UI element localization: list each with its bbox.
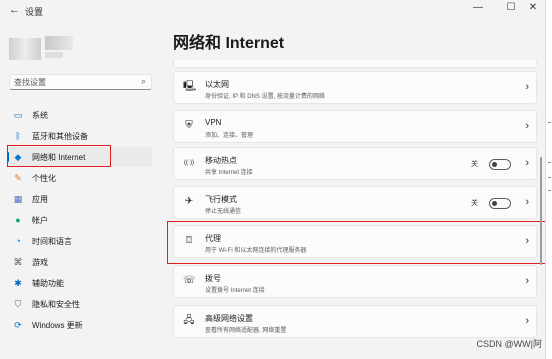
watermark: CSDN @WW|阿 (476, 339, 542, 349)
scrollbar[interactable] (540, 157, 542, 265)
sidebar-item-label: 隐私和安全性 (32, 300, 80, 309)
chevron-right-icon[interactable]: › (525, 196, 529, 208)
shield-icon: ⛉ (14, 299, 22, 309)
accessibility-icon: ✱ (14, 278, 22, 288)
card-subtitle: 添加、连接、管理 (205, 133, 254, 139)
brush-icon: ✎ (14, 173, 22, 183)
card-subtitle: 身份验证, IP 和 DNS 设置, 按流量计费的网络 (205, 94, 325, 100)
title-bar: ← 设置 — ☐ ✕ (0, 0, 545, 22)
card-title: 移动热点 (205, 156, 237, 165)
sidebar-item-10[interactable]: ⟳ Windows 更新 (7, 315, 152, 335)
sidebar-item-label: 游戏 (32, 258, 48, 267)
ethernet-icon: 🖳 (183, 81, 197, 92)
chevron-right-icon[interactable]: › (525, 275, 529, 287)
sidebar-item-5[interactable]: ● 帐户 (7, 210, 152, 230)
card-title: 高级网络设置 (205, 314, 253, 323)
minimize-button[interactable]: — (468, 2, 488, 13)
sidebar-item-9[interactable]: ⛉ 隐私和安全性 (7, 294, 152, 314)
person-icon: ● (15, 215, 21, 225)
card-hotspot[interactable]: ((·)) 移动热点共享 Internet 连接 关 › (173, 147, 537, 180)
apps-icon: ▦ (13, 194, 23, 204)
airplane-icon: ✈ (184, 196, 194, 207)
sidebar-item-label: 应用 (32, 195, 48, 204)
card-subtitle: 共享 Internet 连接 (205, 170, 253, 176)
sidebar-item-label: Windows 更新 (32, 321, 83, 330)
sidebar-item-7[interactable]: ⌘ 游戏 (7, 252, 152, 272)
search-box[interactable]: ⌕ (9, 74, 152, 90)
sidebar-item-8[interactable]: ✱ 辅助功能 (7, 273, 152, 293)
highlight-box-proxy (167, 221, 550, 264)
card-subtitle: 设置拨号 Internet 连接 (205, 288, 265, 294)
bluetooth-icon: ᛒ (15, 131, 21, 141)
chevron-right-icon[interactable]: › (525, 81, 529, 93)
gamepad-icon: ⌘ (13, 257, 23, 267)
card-vpn-shield[interactable]: ⛨ VPN 添加、连接、管理 › (173, 110, 537, 143)
vpn-shield-icon: ⛨ (185, 120, 193, 131)
toggle-switch[interactable] (489, 159, 511, 170)
toggle-state-label: 关 (471, 161, 478, 168)
highlight-box-network (7, 145, 111, 167)
sidebar-item-0[interactable]: ▭ 系统 (7, 105, 152, 125)
search-icon[interactable]: ⌕ (141, 76, 146, 87)
card-title: 拨号 (205, 274, 221, 283)
sidebar-item-label: 时间和语言 (32, 237, 72, 246)
network-adapter-icon: 🖧 (183, 315, 195, 326)
chevron-right-icon[interactable]: › (525, 315, 529, 327)
profile-email-blurred (45, 52, 63, 58)
card-network-adapter[interactable]: 🖧 高级网络设置查看所有网络适配器, 网络重置 › (173, 305, 537, 338)
toggle-state-label: 关 (471, 200, 478, 207)
dialup-icon: ☏ (183, 275, 196, 286)
globe-clock-icon: ◔ (15, 236, 21, 246)
maximize-button[interactable]: ☐ (501, 2, 521, 13)
card-subtitle: 停止无线通信 (205, 209, 242, 215)
sidebar-item-label: 个性化 (32, 174, 56, 183)
sidebar-item-label: 蓝牙和其他设备 (32, 132, 88, 141)
chevron-right-icon[interactable]: › (525, 157, 529, 169)
sidebar-item-3[interactable]: ✎ 个性化 (7, 168, 152, 188)
close-button[interactable]: ✕ (523, 2, 543, 13)
chevron-right-icon[interactable]: › (525, 120, 529, 132)
card-title: 飞行模式 (205, 195, 237, 204)
sidebar-item-label: 帐户 (32, 216, 48, 225)
update-icon: ⟳ (14, 320, 22, 330)
page-title: 网络和 Internet (173, 35, 285, 52)
card-title: 以太网 (205, 80, 229, 89)
sidebar-item-6[interactable]: ◔ 时间和语言 (7, 231, 152, 251)
toggle-knob (492, 201, 497, 206)
card-airplane[interactable]: ✈ 飞行模式停止无线通信 关 › (173, 186, 537, 219)
sidebar-item-1[interactable]: ᛒ 蓝牙和其他设备 (7, 126, 152, 146)
card-subtitle: 查看所有网络适配器, 网络重置 (205, 328, 287, 334)
card-ethernet[interactable]: 🖳 以太网身份验证, IP 和 DNS 设置, 按流量计费的网络 › (173, 71, 537, 104)
sidebar-item-label: 辅助功能 (32, 279, 64, 288)
back-arrow-icon[interactable]: ← (9, 4, 20, 16)
app-title: 设置 (25, 7, 44, 17)
profile-name-blurred (45, 36, 73, 50)
monitor-icon: ▭ (13, 110, 23, 120)
hotspot-icon: ((·)) (184, 160, 194, 166)
toggle-knob (492, 162, 497, 167)
settings-window: ← 设置 — ☐ ✕ ⌕ ▭系统ᛒ蓝牙和其他设备◆网络和 Internet✎个性… (0, 0, 550, 359)
toggle-switch[interactable] (489, 198, 511, 209)
card-title: VPN (205, 118, 222, 127)
sidebar-item-label: 系统 (32, 111, 48, 120)
avatar[interactable] (9, 38, 41, 60)
background-window-edge (545, 0, 552, 359)
card-dialup[interactable]: ☏ 拨号设置拨号 Internet 连接 › (173, 265, 537, 298)
sidebar-item-4[interactable]: ▦ 应用 (7, 189, 152, 209)
card-partial-top (173, 60, 537, 68)
search-input[interactable] (14, 77, 134, 88)
